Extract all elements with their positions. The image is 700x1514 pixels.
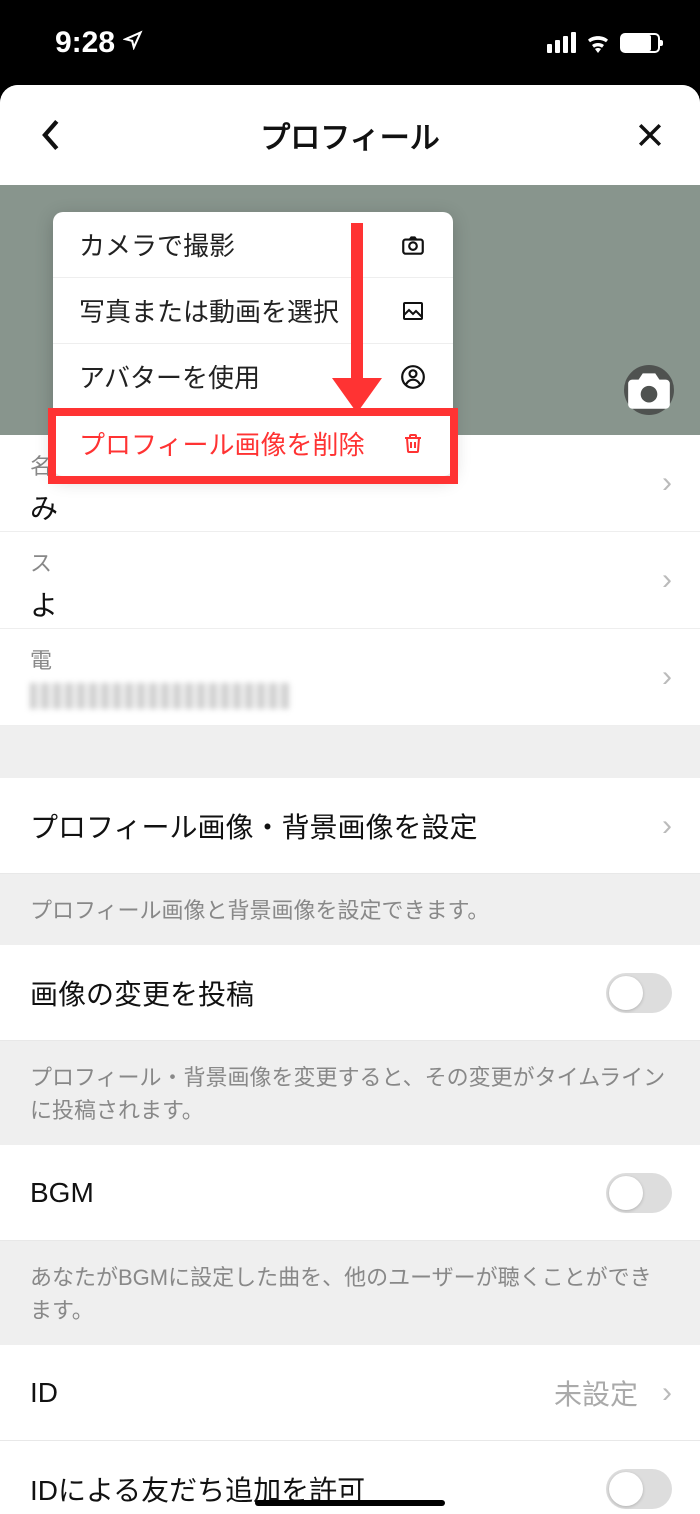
image-setting-desc: プロフィール画像と背景画像を設定できます。 [0, 874, 700, 945]
popup-camera[interactable]: カメラで撮影 [53, 212, 453, 278]
photo-action-popup: カメラで撮影 写真または動画を選択 アバターを使用 プロフィール画像を削除 [53, 212, 453, 476]
id-value: 未設定 [554, 1373, 638, 1413]
chevron-right-icon: › [662, 1376, 672, 1410]
home-indicator[interactable] [255, 1500, 445, 1506]
trash-icon [399, 429, 427, 457]
chevron-right-icon: › [662, 809, 672, 843]
signal-icon [547, 32, 576, 53]
chevron-right-icon: › [662, 563, 672, 597]
status-time: 9:28 [55, 26, 115, 60]
battery-icon [620, 33, 660, 53]
status-bar: 9:28 [0, 0, 700, 85]
popup-delete[interactable]: プロフィール画像を削除 [53, 410, 453, 476]
post-change-toggle[interactable] [606, 973, 672, 1013]
chevron-right-icon: › [662, 660, 672, 694]
id-row[interactable]: ID 未設定 › [0, 1345, 700, 1441]
page-title: プロフィール [260, 113, 439, 157]
profile-sheet: プロフィール 名 み › ス よ › [0, 85, 700, 1514]
profile-fields: 名 み › ス よ › 電 › [0, 435, 700, 726]
navbar: プロフィール [0, 85, 700, 185]
bgm-desc: あなたがBGMに設定した曲を、他のユーザーが聴くことができます。 [0, 1241, 700, 1345]
person-circle-icon [399, 363, 427, 391]
phone-row[interactable]: 電 › [0, 629, 700, 726]
chevron-right-icon: › [662, 466, 672, 500]
bgm-row[interactable]: BGM [0, 1145, 700, 1241]
post-change-row[interactable]: 画像の変更を投稿 [0, 945, 700, 1041]
popup-select[interactable]: 写真または動画を選択 [53, 278, 453, 344]
status-row[interactable]: ス よ › [0, 532, 700, 629]
post-change-desc: プロフィール・背景画像を変更すると、その変更がタイムラインに投稿されます。 [0, 1041, 700, 1145]
camera-icon [399, 231, 427, 259]
wifi-icon [586, 33, 610, 53]
image-icon [399, 297, 427, 325]
close-button[interactable] [630, 115, 670, 155]
id-friend-toggle[interactable] [606, 1469, 672, 1509]
location-icon [123, 30, 143, 56]
popup-avatar[interactable]: アバターを使用 [53, 344, 453, 410]
image-setting-row[interactable]: プロフィール画像・背景画像を設定 › [0, 778, 700, 874]
back-button[interactable] [30, 115, 70, 155]
bgm-toggle[interactable] [606, 1173, 672, 1213]
cover-camera-button[interactable] [624, 365, 674, 415]
